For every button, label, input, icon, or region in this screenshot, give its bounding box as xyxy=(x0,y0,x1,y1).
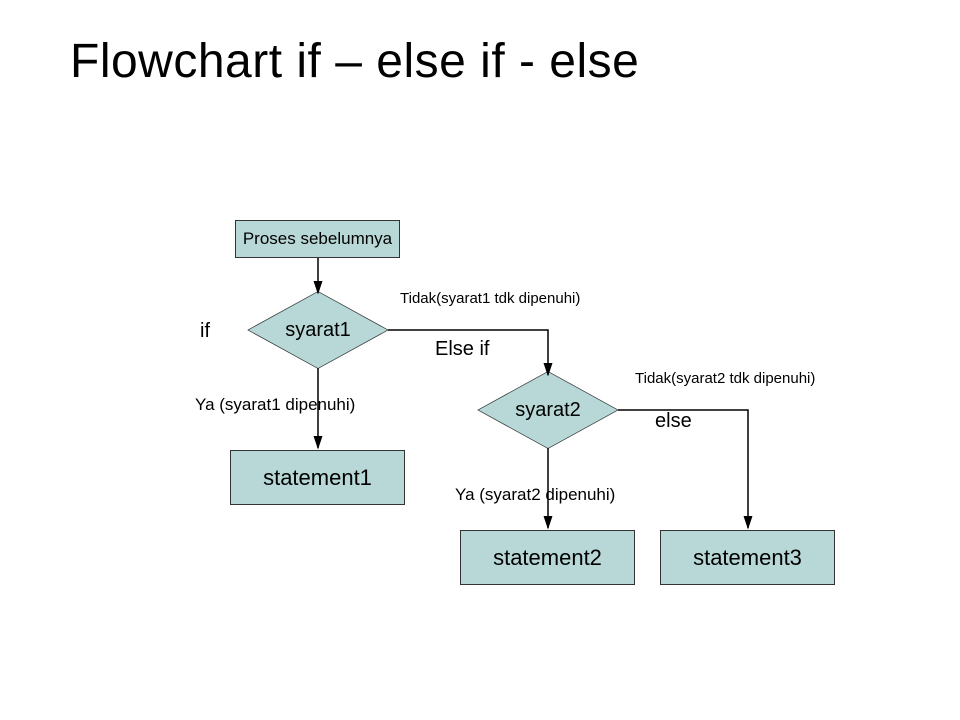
node-proses-sebelumnya: Proses sebelumnya xyxy=(235,220,400,258)
label-if: if xyxy=(200,320,210,343)
node-syarat1: syarat1 xyxy=(248,290,388,370)
node-label: statement1 xyxy=(263,465,372,491)
page-title: Flowchart if – else if - else xyxy=(70,34,639,89)
node-statement2: statement2 xyxy=(460,530,635,585)
flowchart-stage: Flowchart if – else if - else Proses seb… xyxy=(0,0,960,720)
node-label: syarat2 xyxy=(515,399,581,422)
node-statement1: statement1 xyxy=(230,450,405,505)
node-syarat2: syarat2 xyxy=(478,370,618,450)
label-ya2: Ya (syarat2 dipenuhi) xyxy=(455,485,615,505)
label-else-if: Else if xyxy=(435,338,489,361)
label-ya1: Ya (syarat1 dipenuhi) xyxy=(195,395,355,415)
node-label: syarat1 xyxy=(285,319,351,342)
label-else: else xyxy=(655,410,692,433)
label-tidak2: Tidak(syarat2 tdk dipenuhi) xyxy=(635,370,815,387)
node-label: statement2 xyxy=(493,545,602,571)
node-label: statement3 xyxy=(693,545,802,571)
label-tidak1: Tidak(syarat1 tdk dipenuhi) xyxy=(400,290,580,307)
node-statement3: statement3 xyxy=(660,530,835,585)
node-label: Proses sebelumnya xyxy=(243,229,392,249)
